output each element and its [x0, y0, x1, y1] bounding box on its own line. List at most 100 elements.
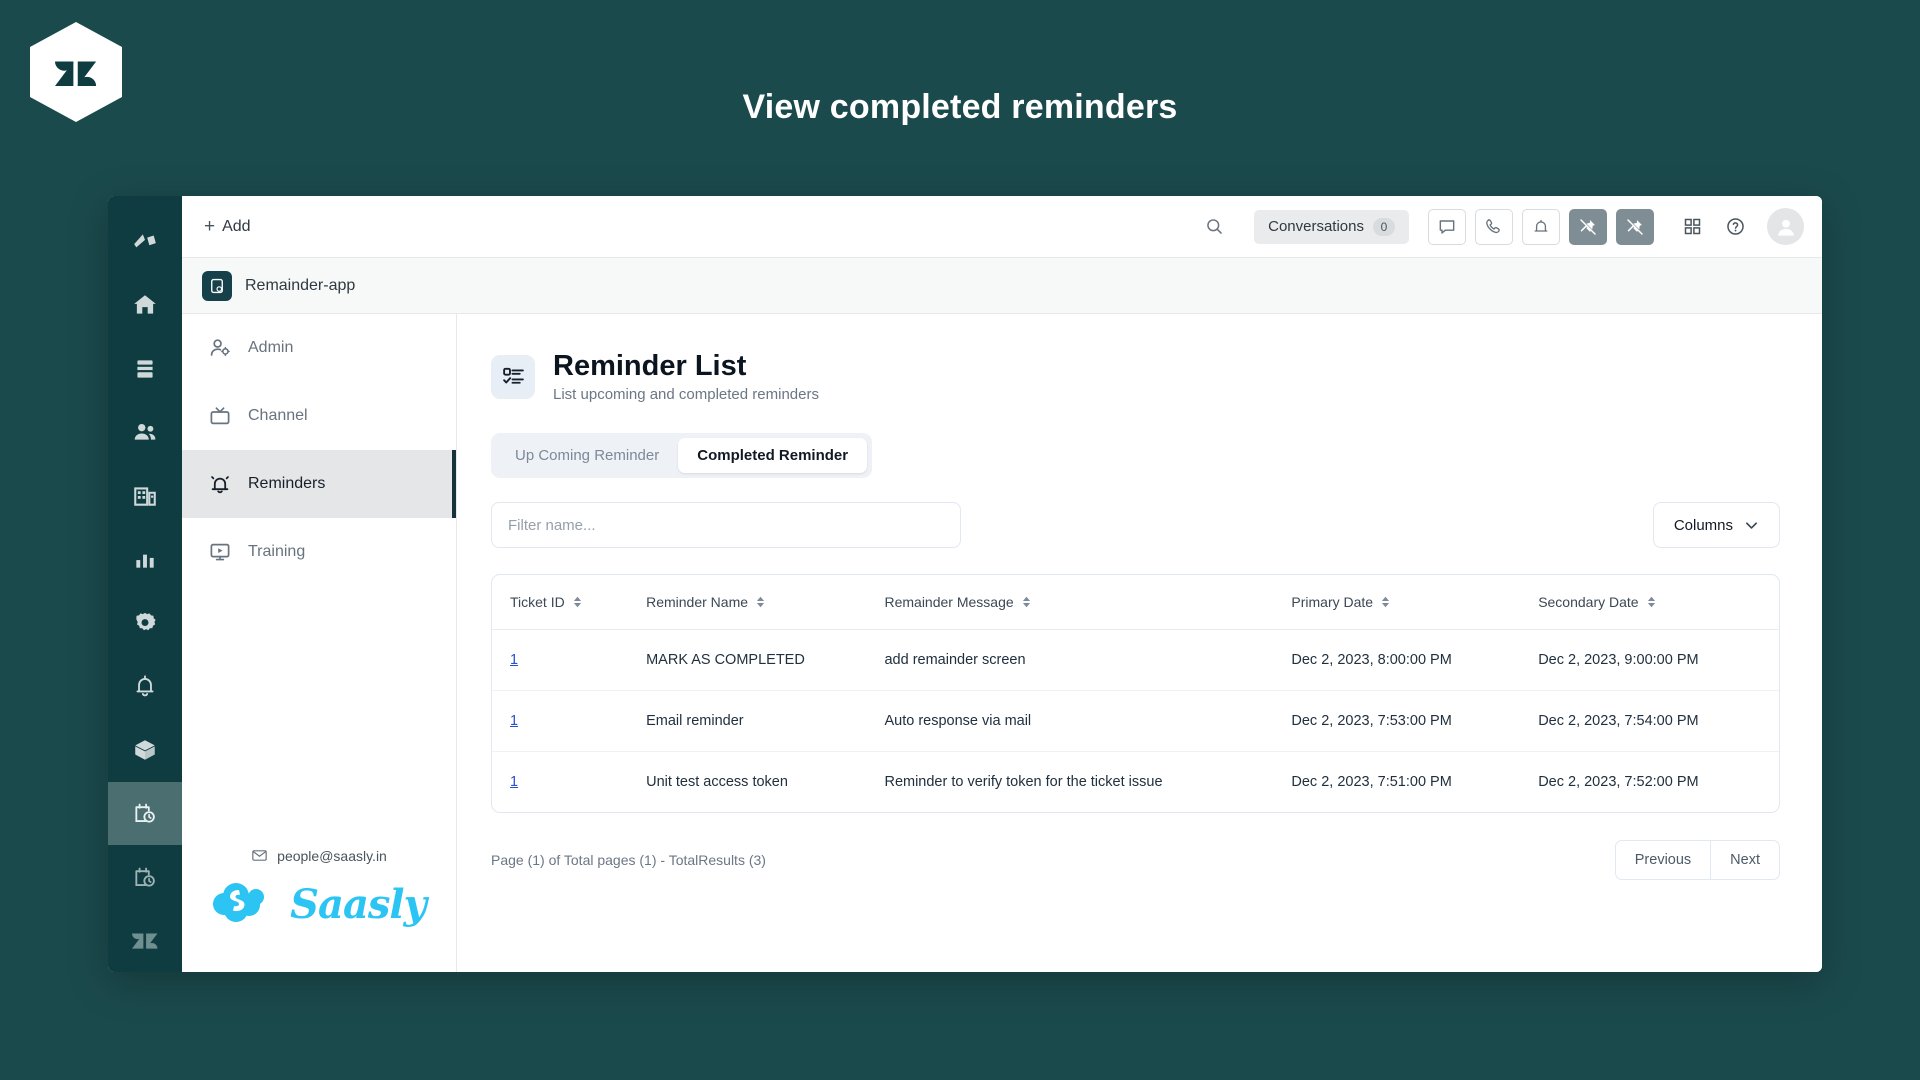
- rail-item-reminder-active[interactable]: [108, 781, 182, 845]
- cell-primary-date: Dec 2, 2023, 8:00:00 PM: [1291, 629, 1539, 692]
- lower-area: Admin Channel Reminders Training people@…: [182, 314, 1822, 972]
- zendesk-hex-logo-icon: [55, 61, 97, 86]
- rail-item-zendesk-product[interactable]: [108, 210, 182, 274]
- column-header-remainder-message[interactable]: Remainder Message: [884, 575, 1292, 631]
- rail-item-reminder-secondary[interactable]: [108, 845, 182, 909]
- cell-secondary-date: Dec 2, 2023, 9:00:00 PM: [1538, 629, 1779, 692]
- nav-item-label: Channel: [248, 407, 308, 424]
- rail-item-apps[interactable]: [108, 718, 182, 782]
- nav-item-reminders[interactable]: Reminders: [182, 450, 456, 518]
- tab-completed-reminder[interactable]: Completed Reminder: [678, 438, 868, 474]
- envelope-icon: [252, 850, 267, 861]
- cell-reminder-name: Email reminder: [646, 690, 885, 753]
- top-toolbar: + Add Conversations 0: [182, 196, 1822, 258]
- calendar-clock-icon: [135, 867, 155, 887]
- add-button[interactable]: + Add: [198, 213, 257, 240]
- saasly-logo: Saasly: [182, 876, 456, 932]
- grid-apps-icon: [1684, 218, 1700, 235]
- customers-icon: [134, 424, 156, 440]
- cell-remainder-message: add remainder screen: [884, 629, 1292, 692]
- screenshot-root: View completed reminders + Add Conversat…: [0, 0, 1920, 1080]
- training-monitor-play-icon: [210, 543, 230, 561]
- help-button[interactable]: [1718, 210, 1752, 244]
- search-icon: [1206, 219, 1222, 234]
- next-page-button[interactable]: Next: [1710, 840, 1780, 881]
- previous-page-button[interactable]: Previous: [1614, 840, 1711, 881]
- ticket-id-link[interactable]: 1: [510, 774, 518, 790]
- cell-reminder-name: MARK AS COMPLETED: [646, 629, 885, 692]
- bell-icon: [136, 675, 154, 697]
- unpin-button-1[interactable]: [1569, 208, 1607, 245]
- ticket-id-link[interactable]: 1: [510, 713, 518, 729]
- conversations-pill[interactable]: Conversations 0: [1254, 209, 1409, 244]
- column-header-label: Secondary Date: [1538, 594, 1639, 611]
- column-header-label: Remainder Message: [884, 594, 1014, 611]
- unpin-button-2[interactable]: [1616, 208, 1654, 245]
- conversations-count-badge: 0: [1373, 217, 1395, 236]
- settings-gear-icon: [136, 612, 156, 631]
- column-header-ticket-id[interactable]: Ticket ID: [492, 575, 647, 631]
- reminder-app-glyph-icon: [211, 278, 223, 293]
- rail-item-customers[interactable]: [108, 401, 182, 465]
- help-circle-icon: [1726, 218, 1744, 235]
- user-avatar-icon: [1777, 219, 1794, 236]
- rail-item-organizations[interactable]: [108, 464, 182, 528]
- cell-primary-date: Dec 2, 2023, 7:51:00 PM: [1291, 774, 1452, 791]
- calendar-clock-icon: [135, 803, 155, 823]
- conversations-label: Conversations: [1268, 218, 1364, 235]
- cell-secondary-date: Dec 2, 2023, 7:52:00 PM: [1538, 774, 1699, 791]
- column-header-reminder-name[interactable]: Reminder Name: [646, 575, 885, 631]
- rail-item-views[interactable]: [108, 337, 182, 401]
- pagination-summary: Page (1) of Total pages (1) - TotalResul…: [491, 852, 766, 869]
- column-header-primary-date[interactable]: Primary Date: [1291, 575, 1539, 631]
- columns-button-label: Columns: [1673, 516, 1733, 534]
- search-button[interactable]: [1197, 210, 1231, 244]
- columns-dropdown-button[interactable]: Columns: [1652, 502, 1780, 549]
- footer-email[interactable]: people@saasly.in: [182, 847, 456, 864]
- reminder-app-icon: [202, 270, 232, 301]
- nav-item-training[interactable]: Training: [182, 518, 456, 586]
- ticket-id-link[interactable]: 1: [510, 652, 518, 668]
- phone-icon: [1486, 218, 1500, 233]
- avatar[interactable]: [1767, 208, 1804, 245]
- app-window: + Add Conversations 0 Remainder-app Admi…: [108, 196, 1822, 972]
- toolbar-actions: Conversations 0: [1197, 208, 1804, 245]
- content-header-text: Reminder List List upcoming and complete…: [553, 350, 819, 403]
- notifications-button[interactable]: [1522, 208, 1560, 245]
- nav-footer: people@saasly.in Saasly: [182, 847, 456, 972]
- checklist-glyph-icon: [502, 368, 524, 384]
- rail-item-reporting[interactable]: [108, 528, 182, 592]
- app-title-strip: Remainder-app: [182, 258, 1822, 314]
- content-header: Reminder List List upcoming and complete…: [491, 350, 1780, 403]
- chat-button[interactable]: [1428, 208, 1466, 245]
- app-strip-title: Remainder-app: [245, 276, 356, 294]
- views-icon: [137, 360, 153, 378]
- nav-item-label: Reminders: [248, 475, 326, 492]
- pin-off-icon: [1627, 218, 1643, 235]
- table-head: Ticket ID Reminder Name Remainder Messag…: [492, 575, 1779, 631]
- phone-button[interactable]: [1475, 208, 1513, 245]
- column-header-secondary-date[interactable]: Secondary Date: [1538, 575, 1779, 631]
- tab-upcoming-reminder[interactable]: Up Coming Reminder: [496, 438, 678, 473]
- product-rail: [108, 196, 182, 972]
- checklist-icon: [491, 354, 535, 399]
- pagination-buttons: Previous Next: [1614, 840, 1780, 881]
- apps-grid-button[interactable]: [1675, 210, 1709, 244]
- reminder-tabs: Up Coming Reminder Completed Reminder: [491, 433, 873, 479]
- main-content: Reminder List List upcoming and complete…: [457, 314, 1822, 972]
- filter-name-input[interactable]: [491, 502, 961, 549]
- rail-item-home[interactable]: [108, 274, 182, 338]
- rail-item-zendesk-footer[interactable]: [108, 909, 182, 973]
- zendesk-product-logo-icon: [134, 234, 156, 248]
- rail-item-settings[interactable]: [108, 591, 182, 655]
- reminders-table-card: Ticket ID Reminder Name Remainder Messag…: [491, 574, 1780, 814]
- nav-item-admin[interactable]: Admin: [182, 314, 456, 382]
- cell-primary-date: Dec 2, 2023, 7:53:00 PM: [1291, 690, 1539, 753]
- rail-item-notifications[interactable]: [108, 655, 182, 719]
- nav-item-label: Admin: [248, 339, 294, 356]
- column-header-label: Primary Date: [1291, 594, 1374, 611]
- nav-item-channel[interactable]: Channel: [182, 382, 456, 450]
- table-row: 1 MARK AS COMPLETED add remainder screen…: [492, 629, 1779, 692]
- add-button-label: Add: [222, 217, 251, 235]
